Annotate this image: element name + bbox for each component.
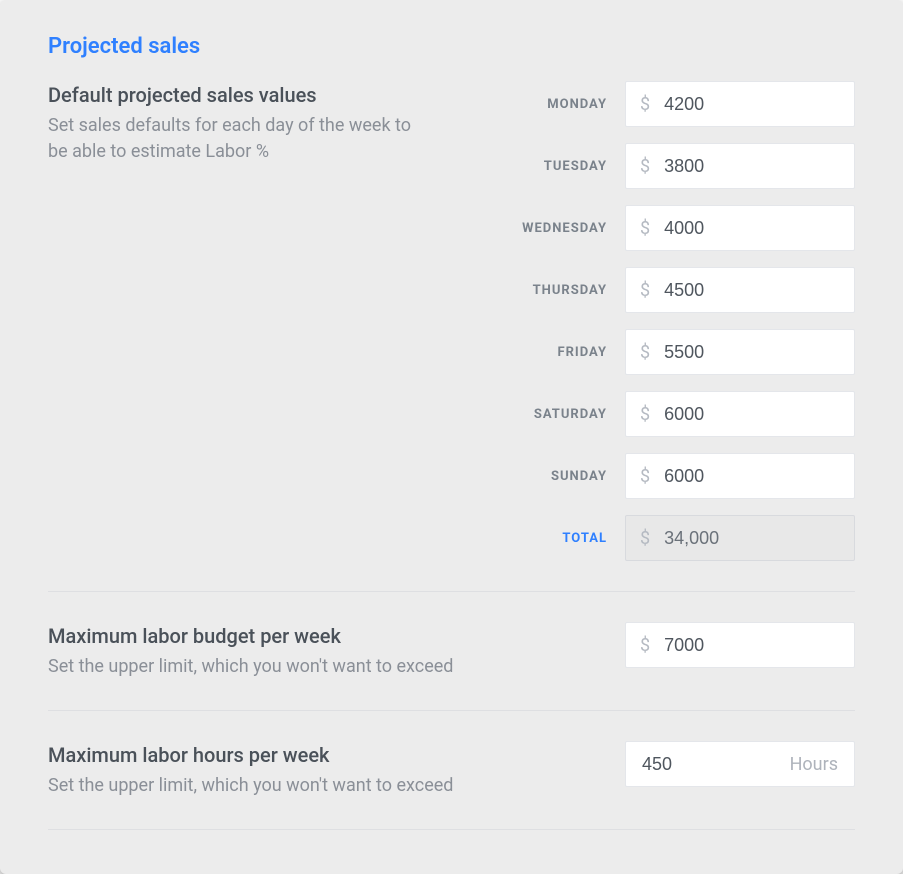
dollar-icon: $: [640, 94, 650, 115]
hours-suffix: Hours: [790, 754, 838, 775]
row-friday: FRIDAY $: [455, 329, 855, 375]
weekday-label: SUNDAY: [551, 469, 607, 484]
money-input-saturday[interactable]: $: [625, 391, 855, 437]
money-input-max-budget[interactable]: $: [625, 622, 855, 668]
money-input-total: $: [625, 515, 855, 561]
row-total: TOTAL $: [455, 515, 855, 561]
dollar-icon: $: [640, 635, 650, 656]
section-title: Projected sales: [48, 34, 855, 59]
money-input-thursday[interactable]: $: [625, 267, 855, 313]
row-tuesday: TUESDAY $: [455, 143, 855, 189]
max-hours-sub: Set the upper limit, which you won't wan…: [48, 773, 453, 799]
money-input-wednesday[interactable]: $: [625, 205, 855, 251]
divider: [48, 710, 855, 711]
weekday-label: SATURDAY: [534, 407, 607, 422]
max-hours-lede: Maximum labor hours per week Set the upp…: [48, 741, 453, 799]
hours-input[interactable]: Hours: [625, 741, 855, 787]
sales-monday-field[interactable]: [664, 82, 854, 126]
max-budget-heading: Maximum labor budget per week: [48, 622, 453, 650]
row-saturday: SATURDAY $: [455, 391, 855, 437]
row-thursday: THURSDAY $: [455, 267, 855, 313]
dollar-icon: $: [640, 528, 650, 549]
row-wednesday: WEDNESDAY $: [455, 205, 855, 251]
sales-friday-field[interactable]: [664, 330, 854, 374]
settings-card: Projected sales Default projected sales …: [0, 0, 903, 874]
money-input-friday[interactable]: $: [625, 329, 855, 375]
max-budget-sub: Set the upper limit, which you won't wan…: [48, 654, 453, 680]
dollar-icon: $: [640, 280, 650, 301]
money-input-monday[interactable]: $: [625, 81, 855, 127]
dollar-icon: $: [640, 218, 650, 239]
dollar-icon: $: [640, 342, 650, 363]
dollar-icon: $: [640, 404, 650, 425]
max-hours-row: Maximum labor hours per week Set the upp…: [48, 741, 855, 799]
dollar-icon: $: [640, 466, 650, 487]
row-monday: MONDAY $: [455, 81, 855, 127]
row-sunday: SUNDAY $: [455, 453, 855, 499]
weekday-label: TUESDAY: [544, 159, 607, 174]
money-input-sunday[interactable]: $: [625, 453, 855, 499]
max-hours-heading: Maximum labor hours per week: [48, 741, 453, 769]
max-budget-lede: Maximum labor budget per week Set the up…: [48, 622, 453, 680]
sales-saturday-field[interactable]: [664, 392, 854, 436]
total-label: TOTAL: [562, 531, 607, 546]
sales-thursday-field[interactable]: [664, 268, 854, 312]
projected-sales-lede: Default projected sales values Set sales…: [48, 81, 428, 165]
weekday-label: THURSDAY: [533, 283, 607, 298]
weekday-inputs: MONDAY $ TUESDAY $ WEDNESDAY $: [455, 81, 855, 561]
weekday-label: FRIDAY: [557, 345, 607, 360]
money-input-tuesday[interactable]: $: [625, 143, 855, 189]
sales-tuesday-field[interactable]: [664, 144, 854, 188]
projected-sales-heading: Default projected sales values: [48, 81, 428, 109]
sales-sunday-field[interactable]: [664, 454, 854, 498]
divider: [48, 591, 855, 592]
weekday-label: WEDNESDAY: [522, 221, 607, 236]
projected-sales-row: Default projected sales values Set sales…: [48, 81, 855, 561]
projected-sales-sub: Set sales defaults for each day of the w…: [48, 113, 428, 165]
dollar-icon: $: [640, 156, 650, 177]
sales-total-field: [664, 516, 854, 560]
max-budget-field[interactable]: [664, 623, 854, 667]
divider: [48, 829, 855, 830]
weekday-label: MONDAY: [547, 97, 607, 112]
max-hours-field[interactable]: [642, 742, 780, 786]
sales-wednesday-field[interactable]: [664, 206, 854, 250]
max-budget-row: Maximum labor budget per week Set the up…: [48, 622, 855, 680]
